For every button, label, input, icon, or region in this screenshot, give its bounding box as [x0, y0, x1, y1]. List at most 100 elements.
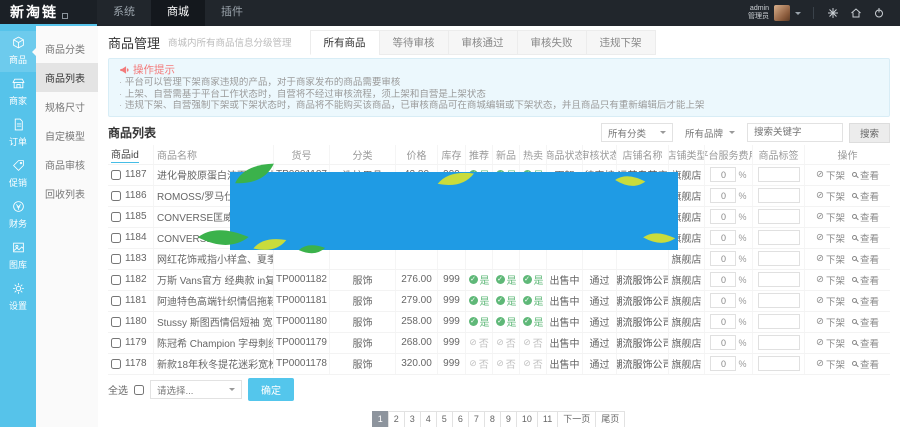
- view-button[interactable]: 查看: [852, 168, 879, 182]
- offshelf-button[interactable]: ⊘下架: [816, 210, 845, 224]
- row-checkbox[interactable]: [111, 275, 121, 285]
- offshelf-button[interactable]: ⊘下架: [816, 294, 845, 308]
- page-button[interactable]: 2: [388, 411, 405, 427]
- page-button[interactable]: 3: [404, 411, 421, 427]
- search-button[interactable]: 搜索: [849, 123, 890, 143]
- submenu-item[interactable]: 商品审核: [36, 150, 98, 179]
- view-button[interactable]: 查看: [852, 315, 879, 329]
- store-link[interactable]: 潮流服饰公司: [617, 272, 669, 287]
- home-icon[interactable]: [849, 6, 863, 20]
- tab[interactable]: 所有商品: [310, 30, 380, 55]
- next-page-button[interactable]: 下一页: [557, 411, 596, 427]
- row-checkbox[interactable]: [111, 359, 121, 369]
- fee-input[interactable]: [710, 272, 736, 287]
- avatar[interactable]: [774, 5, 790, 21]
- sidebar-item[interactable]: 设置: [0, 277, 36, 318]
- row-checkbox[interactable]: [111, 170, 121, 180]
- submenu-item[interactable]: 商品列表: [36, 63, 98, 92]
- offshelf-button[interactable]: ⊘下架: [816, 357, 845, 371]
- submenu-item[interactable]: 回收列表: [36, 179, 98, 208]
- flag-no-badge[interactable]: ⊘否: [496, 356, 516, 371]
- tab[interactable]: 审核失败: [517, 30, 587, 55]
- offshelf-button[interactable]: ⊘下架: [816, 189, 845, 203]
- power-icon[interactable]: [872, 6, 886, 20]
- top-menu-item[interactable]: 商城: [151, 0, 205, 26]
- fee-input[interactable]: [710, 209, 736, 224]
- last-page-button[interactable]: 尾页: [595, 411, 625, 427]
- sidebar-item[interactable]: 商家: [0, 72, 36, 113]
- offshelf-button[interactable]: ⊘下架: [816, 273, 845, 287]
- store-link[interactable]: 潮流服饰公司: [617, 335, 669, 350]
- page-button[interactable]: 10: [516, 411, 538, 427]
- submenu-item[interactable]: 商品分类: [36, 34, 98, 63]
- select-all-checkbox[interactable]: [134, 385, 144, 395]
- view-button[interactable]: 查看: [852, 294, 879, 308]
- flag-no-badge[interactable]: ⊘否: [469, 335, 489, 350]
- view-button[interactable]: 查看: [852, 189, 879, 203]
- tag-input[interactable]: [758, 356, 800, 371]
- tag-input[interactable]: [758, 251, 800, 266]
- offshelf-button[interactable]: ⊘下架: [816, 336, 845, 350]
- tag-input[interactable]: [758, 188, 800, 203]
- sidebar-item[interactable]: 订单: [0, 113, 36, 154]
- tag-input[interactable]: [758, 272, 800, 287]
- offshelf-button[interactable]: ⊘下架: [816, 231, 845, 245]
- top-menu-item[interactable]: 系统: [97, 0, 151, 26]
- view-button[interactable]: 查看: [852, 210, 879, 224]
- flag-yes-badge[interactable]: ✓是: [496, 272, 517, 287]
- flag-no-badge[interactable]: ⊘否: [496, 335, 516, 350]
- flag-no-badge[interactable]: ⊘否: [523, 335, 543, 350]
- fee-input[interactable]: [710, 188, 736, 203]
- tag-input[interactable]: [758, 230, 800, 245]
- row-checkbox[interactable]: [111, 191, 121, 201]
- offshelf-button[interactable]: ⊘下架: [816, 168, 845, 182]
- store-link[interactable]: 潮流服饰公司: [617, 314, 669, 329]
- batch-action-select[interactable]: 请选择...: [150, 380, 242, 399]
- flag-no-badge[interactable]: ⊘否: [523, 356, 543, 371]
- flag-yes-badge[interactable]: ✓是: [469, 272, 490, 287]
- view-button[interactable]: 查看: [852, 336, 879, 350]
- page-button[interactable]: 5: [436, 411, 453, 427]
- store-link[interactable]: 潮流服饰公司: [617, 356, 669, 371]
- submenu-item[interactable]: 规格尺寸: [36, 92, 98, 121]
- tab[interactable]: 等待审核: [379, 30, 449, 55]
- confirm-button[interactable]: 确定: [248, 378, 294, 401]
- offshelf-button[interactable]: ⊘下架: [816, 252, 845, 266]
- row-checkbox[interactable]: [111, 233, 121, 243]
- page-button[interactable]: 11: [537, 411, 558, 427]
- fee-input[interactable]: [710, 167, 736, 182]
- sidebar-item[interactable]: 财务: [0, 195, 36, 236]
- category-select[interactable]: 所有分类: [601, 123, 673, 142]
- flag-yes-badge[interactable]: ✓是: [469, 293, 490, 308]
- row-checkbox[interactable]: [111, 254, 121, 264]
- sidebar-item[interactable]: 图库: [0, 236, 36, 277]
- tag-input[interactable]: [758, 314, 800, 329]
- page-button[interactable]: 6: [452, 411, 469, 427]
- page-button[interactable]: 7: [468, 411, 485, 427]
- user-menu[interactable]: admin 管理员: [748, 5, 801, 21]
- row-checkbox[interactable]: [111, 296, 121, 306]
- flag-no-badge[interactable]: ⊘否: [469, 356, 489, 371]
- fee-input[interactable]: [710, 293, 736, 308]
- tag-input[interactable]: [758, 209, 800, 224]
- brand-select[interactable]: 所有品牌: [679, 123, 741, 142]
- flag-yes-badge[interactable]: ✓是: [496, 293, 517, 308]
- top-menu-item[interactable]: 插件: [205, 0, 259, 26]
- fee-input[interactable]: [710, 251, 736, 266]
- view-button[interactable]: 查看: [852, 231, 879, 245]
- sidebar-item[interactable]: 商品: [0, 31, 36, 72]
- fee-input[interactable]: [710, 356, 736, 371]
- tag-input[interactable]: [758, 335, 800, 350]
- tag-input[interactable]: [758, 167, 800, 182]
- tab[interactable]: 审核通过: [448, 30, 518, 55]
- search-input[interactable]: [747, 123, 843, 142]
- clear-cache-icon[interactable]: [826, 6, 840, 20]
- store-link[interactable]: 潮流服饰公司: [617, 293, 669, 308]
- page-button[interactable]: 9: [500, 411, 517, 427]
- flag-yes-badge[interactable]: ✓是: [523, 314, 544, 329]
- flag-yes-badge[interactable]: ✓是: [523, 272, 544, 287]
- view-button[interactable]: 查看: [852, 357, 879, 371]
- page-button[interactable]: 8: [484, 411, 501, 427]
- sort-label[interactable]: 商品id: [111, 146, 139, 163]
- page-button[interactable]: 1: [372, 411, 389, 427]
